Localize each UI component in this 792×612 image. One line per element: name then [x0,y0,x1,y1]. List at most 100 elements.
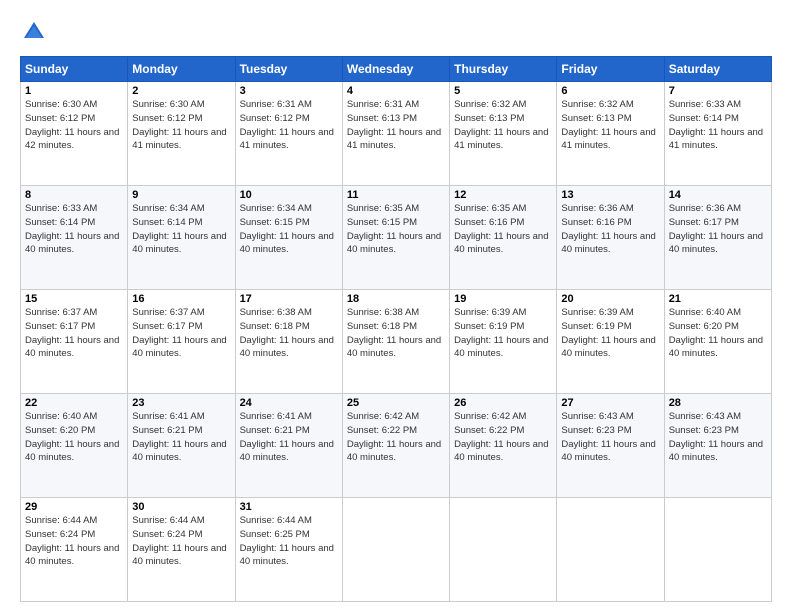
day-cell-15: 15 Sunrise: 6:37 AMSunset: 6:17 PMDaylig… [21,290,128,394]
day-cell-20: 20 Sunrise: 6:39 AMSunset: 6:19 PMDaylig… [557,290,664,394]
day-number: 11 [347,189,445,201]
day-number: 2 [132,85,230,97]
day-number: 16 [132,293,230,305]
day-number: 21 [669,293,767,305]
empty-cell [342,498,449,602]
day-info: Sunrise: 6:37 AMSunset: 6:17 PMDaylight:… [25,307,119,359]
day-cell-29: 29 Sunrise: 6:44 AMSunset: 6:24 PMDaylig… [21,498,128,602]
day-cell-30: 30 Sunrise: 6:44 AMSunset: 6:24 PMDaylig… [128,498,235,602]
day-cell-17: 17 Sunrise: 6:38 AMSunset: 6:18 PMDaylig… [235,290,342,394]
week-row-3: 15 Sunrise: 6:37 AMSunset: 6:17 PMDaylig… [21,290,772,394]
day-cell-16: 16 Sunrise: 6:37 AMSunset: 6:17 PMDaylig… [128,290,235,394]
day-cell-12: 12 Sunrise: 6:35 AMSunset: 6:16 PMDaylig… [450,186,557,290]
day-cell-11: 11 Sunrise: 6:35 AMSunset: 6:15 PMDaylig… [342,186,449,290]
day-info: Sunrise: 6:40 AMSunset: 6:20 PMDaylight:… [669,307,763,359]
day-cell-13: 13 Sunrise: 6:36 AMSunset: 6:16 PMDaylig… [557,186,664,290]
day-info: Sunrise: 6:38 AMSunset: 6:18 PMDaylight:… [347,307,441,359]
day-cell-19: 19 Sunrise: 6:39 AMSunset: 6:19 PMDaylig… [450,290,557,394]
day-info: Sunrise: 6:43 AMSunset: 6:23 PMDaylight:… [561,411,655,463]
day-cell-9: 9 Sunrise: 6:34 AMSunset: 6:14 PMDayligh… [128,186,235,290]
calendar-table: SundayMondayTuesdayWednesdayThursdayFrid… [20,56,772,602]
col-header-monday: Monday [128,57,235,82]
day-cell-8: 8 Sunrise: 6:33 AMSunset: 6:14 PMDayligh… [21,186,128,290]
col-header-thursday: Thursday [450,57,557,82]
day-info: Sunrise: 6:44 AMSunset: 6:24 PMDaylight:… [25,515,119,567]
day-cell-4: 4 Sunrise: 6:31 AMSunset: 6:13 PMDayligh… [342,82,449,186]
day-number: 23 [132,397,230,409]
day-info: Sunrise: 6:31 AMSunset: 6:13 PMDaylight:… [347,99,441,151]
day-cell-28: 28 Sunrise: 6:43 AMSunset: 6:23 PMDaylig… [664,394,771,498]
day-number: 10 [240,189,338,201]
day-info: Sunrise: 6:34 AMSunset: 6:14 PMDaylight:… [132,203,226,255]
day-info: Sunrise: 6:36 AMSunset: 6:17 PMDaylight:… [669,203,763,255]
day-info: Sunrise: 6:33 AMSunset: 6:14 PMDaylight:… [25,203,119,255]
day-info: Sunrise: 6:35 AMSunset: 6:16 PMDaylight:… [454,203,548,255]
logo [20,18,52,46]
day-cell-24: 24 Sunrise: 6:41 AMSunset: 6:21 PMDaylig… [235,394,342,498]
day-number: 22 [25,397,123,409]
day-number: 3 [240,85,338,97]
day-info: Sunrise: 6:32 AMSunset: 6:13 PMDaylight:… [454,99,548,151]
day-number: 13 [561,189,659,201]
day-cell-10: 10 Sunrise: 6:34 AMSunset: 6:15 PMDaylig… [235,186,342,290]
day-info: Sunrise: 6:44 AMSunset: 6:24 PMDaylight:… [132,515,226,567]
day-info: Sunrise: 6:42 AMSunset: 6:22 PMDaylight:… [347,411,441,463]
day-cell-23: 23 Sunrise: 6:41 AMSunset: 6:21 PMDaylig… [128,394,235,498]
day-number: 26 [454,397,552,409]
week-row-4: 22 Sunrise: 6:40 AMSunset: 6:20 PMDaylig… [21,394,772,498]
day-number: 28 [669,397,767,409]
day-cell-18: 18 Sunrise: 6:38 AMSunset: 6:18 PMDaylig… [342,290,449,394]
col-header-tuesday: Tuesday [235,57,342,82]
logo-icon [20,18,48,46]
week-row-5: 29 Sunrise: 6:44 AMSunset: 6:24 PMDaylig… [21,498,772,602]
day-cell-27: 27 Sunrise: 6:43 AMSunset: 6:23 PMDaylig… [557,394,664,498]
day-info: Sunrise: 6:30 AMSunset: 6:12 PMDaylight:… [132,99,226,151]
empty-cell [557,498,664,602]
day-cell-21: 21 Sunrise: 6:40 AMSunset: 6:20 PMDaylig… [664,290,771,394]
day-number: 27 [561,397,659,409]
day-info: Sunrise: 6:39 AMSunset: 6:19 PMDaylight:… [561,307,655,359]
day-number: 18 [347,293,445,305]
day-info: Sunrise: 6:32 AMSunset: 6:13 PMDaylight:… [561,99,655,151]
col-header-saturday: Saturday [664,57,771,82]
empty-cell [450,498,557,602]
col-header-friday: Friday [557,57,664,82]
day-cell-3: 3 Sunrise: 6:31 AMSunset: 6:12 PMDayligh… [235,82,342,186]
day-info: Sunrise: 6:35 AMSunset: 6:15 PMDaylight:… [347,203,441,255]
day-cell-5: 5 Sunrise: 6:32 AMSunset: 6:13 PMDayligh… [450,82,557,186]
col-header-wednesday: Wednesday [342,57,449,82]
day-cell-26: 26 Sunrise: 6:42 AMSunset: 6:22 PMDaylig… [450,394,557,498]
day-number: 17 [240,293,338,305]
day-info: Sunrise: 6:41 AMSunset: 6:21 PMDaylight:… [132,411,226,463]
day-info: Sunrise: 6:34 AMSunset: 6:15 PMDaylight:… [240,203,334,255]
day-number: 4 [347,85,445,97]
day-info: Sunrise: 6:36 AMSunset: 6:16 PMDaylight:… [561,203,655,255]
day-cell-25: 25 Sunrise: 6:42 AMSunset: 6:22 PMDaylig… [342,394,449,498]
day-info: Sunrise: 6:31 AMSunset: 6:12 PMDaylight:… [240,99,334,151]
page: SundayMondayTuesdayWednesdayThursdayFrid… [0,0,792,612]
day-info: Sunrise: 6:42 AMSunset: 6:22 PMDaylight:… [454,411,548,463]
day-number: 6 [561,85,659,97]
day-number: 9 [132,189,230,201]
day-number: 14 [669,189,767,201]
day-cell-1: 1 Sunrise: 6:30 AMSunset: 6:12 PMDayligh… [21,82,128,186]
day-info: Sunrise: 6:30 AMSunset: 6:12 PMDaylight:… [25,99,119,151]
day-info: Sunrise: 6:41 AMSunset: 6:21 PMDaylight:… [240,411,334,463]
day-number: 31 [240,501,338,513]
day-info: Sunrise: 6:40 AMSunset: 6:20 PMDaylight:… [25,411,119,463]
week-row-1: 1 Sunrise: 6:30 AMSunset: 6:12 PMDayligh… [21,82,772,186]
empty-cell [664,498,771,602]
day-cell-2: 2 Sunrise: 6:30 AMSunset: 6:12 PMDayligh… [128,82,235,186]
day-cell-22: 22 Sunrise: 6:40 AMSunset: 6:20 PMDaylig… [21,394,128,498]
day-cell-14: 14 Sunrise: 6:36 AMSunset: 6:17 PMDaylig… [664,186,771,290]
day-number: 5 [454,85,552,97]
day-cell-6: 6 Sunrise: 6:32 AMSunset: 6:13 PMDayligh… [557,82,664,186]
day-cell-31: 31 Sunrise: 6:44 AMSunset: 6:25 PMDaylig… [235,498,342,602]
day-number: 25 [347,397,445,409]
day-info: Sunrise: 6:38 AMSunset: 6:18 PMDaylight:… [240,307,334,359]
day-number: 30 [132,501,230,513]
day-number: 24 [240,397,338,409]
day-cell-7: 7 Sunrise: 6:33 AMSunset: 6:14 PMDayligh… [664,82,771,186]
col-header-sunday: Sunday [21,57,128,82]
day-info: Sunrise: 6:37 AMSunset: 6:17 PMDaylight:… [132,307,226,359]
